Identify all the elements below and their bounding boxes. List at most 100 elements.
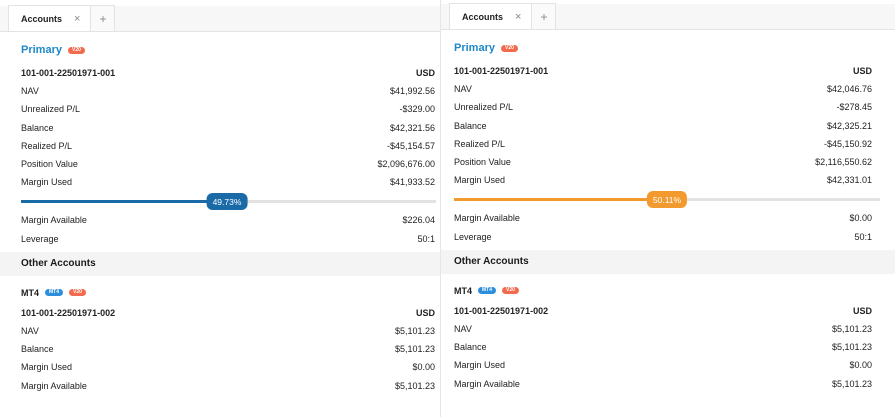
stat-row: Balance $5,101.23 [441, 338, 895, 356]
gauge-fill [454, 198, 667, 202]
account-currency: USD [415, 307, 435, 318]
account-header-row[interactable]: 101-001-22501971-002 USD [441, 302, 895, 320]
tab-label: Accounts [21, 13, 63, 24]
stat-row: Margin Available $226.04 [0, 211, 440, 229]
v20-badge: V20 [502, 287, 519, 295]
stat-value: $0.00 [849, 360, 872, 371]
stat-label: Realized P/L [21, 140, 73, 151]
mt4-section-title: MT4 MT4 V20 [0, 284, 440, 302]
stat-label: Balance [21, 122, 54, 133]
gauge-percent-label: 50.11% [646, 191, 688, 209]
stat-row: Margin Available $5,101.23 [441, 374, 895, 392]
stat-value: $5,101.23 [394, 344, 435, 355]
stat-row: Unrealized P/L -$278.45 [441, 98, 895, 116]
account-header-row[interactable]: 101-001-22501971-001 USD [441, 62, 895, 80]
stat-label: Margin Used [454, 175, 506, 186]
account-id: 101-001-22501971-002 [454, 305, 549, 316]
mt4-title: MT4 [21, 287, 39, 298]
stat-value: $42,331.01 [826, 175, 872, 186]
stat-label: Position Value [454, 157, 511, 168]
primary-title: Primary [21, 44, 62, 56]
primary-section-title: Primary V20 [0, 38, 440, 62]
accounts-panel-right: Accounts × + Primary V20 101-001-2250197… [440, 0, 895, 417]
stat-label: NAV [21, 325, 39, 336]
stat-row: NAV $41,992.56 [0, 82, 440, 100]
stat-value: $42,046.76 [826, 84, 872, 95]
stat-label: Margin Available [454, 378, 520, 389]
stat-label: Margin Available [21, 380, 87, 391]
stat-value: 50:1 [854, 231, 872, 242]
v20-badge: V20 [69, 289, 86, 297]
stat-row: Balance $42,321.56 [0, 119, 440, 137]
gauge-fill [21, 200, 227, 204]
stat-value: $5,101.23 [831, 323, 872, 334]
stat-value: $0.00 [412, 362, 435, 373]
stat-label: Unrealized P/L [454, 102, 514, 113]
stat-label: NAV [454, 323, 472, 334]
stat-value: $5,101.23 [831, 378, 872, 389]
stat-value: $41,933.52 [389, 177, 435, 188]
stat-value: $41,992.56 [389, 86, 435, 97]
stat-value: $2,116,550.62 [815, 157, 872, 168]
stat-value: $5,101.23 [394, 380, 435, 391]
stat-value: $42,321.56 [389, 122, 435, 133]
stat-row: Balance $5,101.23 [0, 340, 440, 358]
tab-bar: Accounts × + [441, 3, 895, 30]
account-id: 101-001-22501971-001 [454, 66, 549, 77]
add-tab-icon[interactable]: + [91, 5, 116, 31]
add-tab-icon[interactable]: + [532, 3, 557, 29]
tab-accounts[interactable]: Accounts × [449, 3, 533, 29]
stat-value: $226.04 [402, 215, 435, 226]
account-id: 101-001-22501971-001 [21, 68, 116, 79]
stat-label: Unrealized P/L [21, 104, 81, 115]
mt4-section-title: MT4 MT4 V20 [441, 282, 895, 300]
stat-label: Leverage [454, 231, 492, 242]
margin-gauge: 49.73% [21, 191, 436, 211]
stat-value: 50:1 [417, 233, 435, 244]
gauge-percent-label: 49.73% [206, 193, 248, 211]
stat-value: $42,325.21 [826, 120, 872, 131]
stat-row: Leverage 50:1 [441, 228, 895, 246]
mt4-title: MT4 [454, 285, 472, 296]
stat-row: Margin Available $5,101.23 [0, 376, 440, 394]
stat-row: Margin Used $41,933.52 [0, 173, 440, 191]
primary-title: Primary [454, 42, 495, 54]
account-currency: USD [852, 66, 872, 77]
stat-label: Margin Used [454, 360, 506, 371]
stat-row: Leverage 50:1 [0, 230, 440, 248]
stat-label: Margin Used [21, 362, 73, 373]
stat-row: Balance $42,325.21 [441, 117, 895, 135]
stat-value: $5,101.23 [831, 342, 872, 353]
tab-label: Accounts [462, 11, 504, 22]
account-id: 101-001-22501971-002 [21, 307, 116, 318]
account-currency: USD [852, 305, 872, 316]
primary-section-title: Primary V20 [441, 36, 895, 60]
stat-label: NAV [21, 86, 39, 97]
account-header-row[interactable]: 101-001-22501971-002 USD [0, 304, 440, 322]
v20-badge: V20 [67, 46, 85, 54]
stat-row: NAV $5,101.23 [441, 320, 895, 338]
stat-label: NAV [454, 84, 472, 95]
stat-value: $2,096,676.00 [377, 159, 435, 170]
stat-value: $5,101.23 [394, 325, 435, 336]
tab-accounts[interactable]: Accounts × [8, 5, 92, 31]
stat-label: Balance [454, 120, 487, 131]
v20-badge: V20 [500, 44, 518, 52]
other-accounts-header: Other Accounts [0, 251, 440, 276]
mt4-badge: MT4 [478, 287, 496, 295]
stat-label: Margin Available [21, 215, 87, 226]
close-icon[interactable]: × [74, 13, 80, 25]
stat-row: Margin Used $0.00 [441, 356, 895, 374]
accounts-panel-left: Accounts × + Primary V20 101-001-2250197… [0, 0, 440, 417]
stat-row: Realized P/L -$45,154.57 [0, 137, 440, 155]
account-header-row[interactable]: 101-001-22501971-001 USD [0, 64, 440, 82]
stat-label: Margin Used [21, 177, 73, 188]
stat-row: Margin Used $0.00 [0, 358, 440, 376]
stat-value: $0.00 [849, 213, 872, 224]
stat-value: -$329.00 [399, 104, 435, 115]
stat-label: Margin Available [454, 213, 520, 224]
stat-value: -$278.45 [836, 102, 872, 113]
margin-gauge: 50.11% [454, 189, 880, 209]
close-icon[interactable]: × [515, 11, 521, 23]
stat-value: -$45,154.57 [386, 140, 435, 151]
